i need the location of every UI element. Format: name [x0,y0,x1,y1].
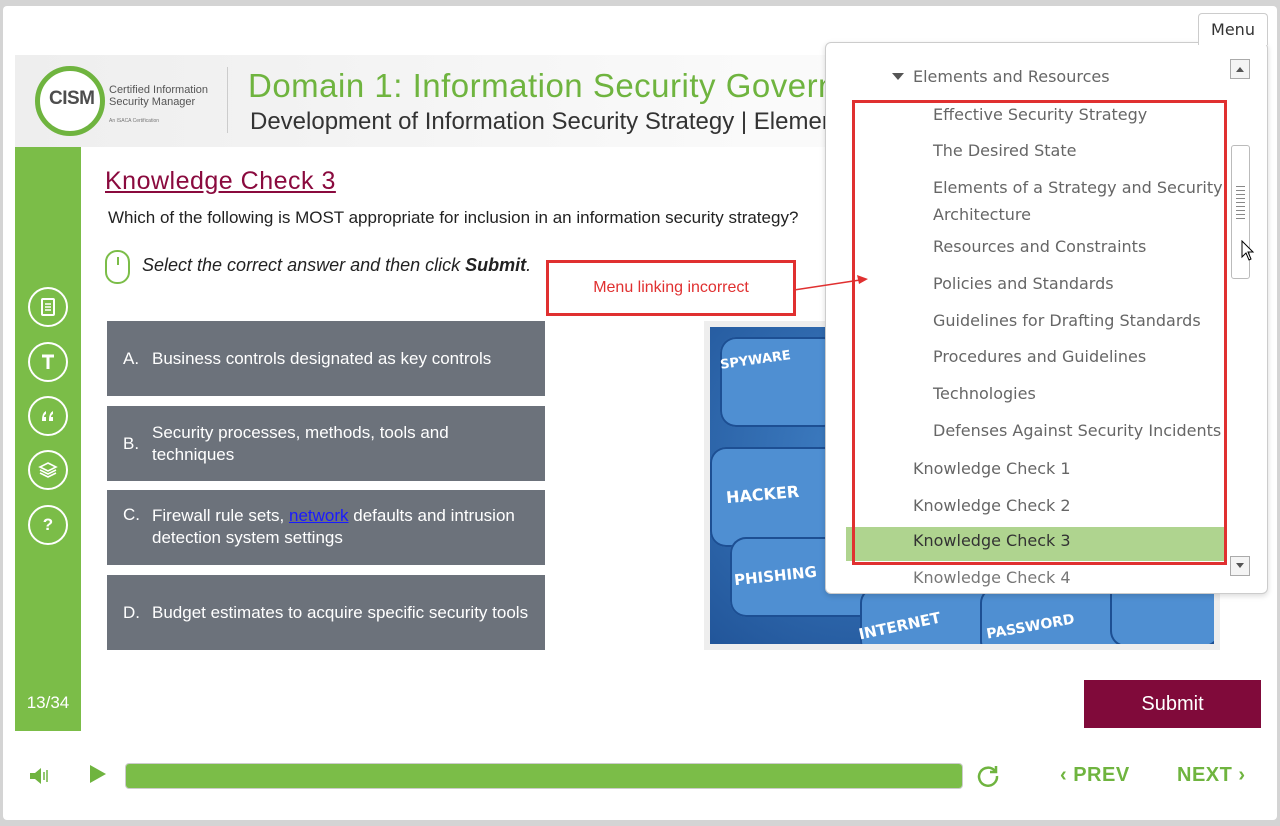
answer-option-a[interactable]: A. Business controls designated as key c… [107,321,545,396]
notes-icon-glyph [41,298,55,316]
transcript-icon[interactable] [28,342,68,382]
answer-text: Security processes, methods, tools and t… [152,422,449,464]
progress-fill [126,764,962,788]
instruction-end: . [526,255,532,275]
menu-section-elements-resources[interactable]: Elements and Resources [913,67,1110,86]
progress-bar[interactable] [125,763,963,789]
caret-down-icon[interactable] [892,73,904,80]
answer-option-c[interactable]: C. Firewall rule sets, network defaults … [107,490,545,565]
logo-sub: An ISACA Certification [109,118,160,124]
next-label: NEXT [1177,764,1233,786]
menu-scrollbar[interactable] [1230,59,1250,577]
submit-button[interactable]: Submit [1084,680,1261,728]
annotation-callout: Menu linking incorrect [546,260,796,316]
cism-logo: CISM Certified Information Security Mana… [35,66,225,136]
annotation-highlight-box [852,100,1227,565]
logo-text: Certified Information Security Manager [109,84,208,108]
next-button[interactable]: NEXT › [1177,764,1246,787]
prev-button[interactable]: ‹ PREV [1060,764,1130,787]
scroll-up-icon[interactable] [1230,59,1250,79]
scroll-down-icon[interactable] [1230,556,1250,576]
help-icon[interactable]: ? [28,505,68,545]
answer-letter: B. [123,433,140,453]
network-link[interactable]: network [289,506,349,525]
answer-option-d[interactable]: D. Budget estimates to acquire specific … [107,575,545,650]
answer-text: Budget estimates to acquire specific sec… [152,602,529,622]
instruction-bold: Submit [465,255,527,275]
instruction-text: Select the correct answer and then click… [142,255,531,276]
menu-item-knowledge-check-4[interactable]: Knowledge Check 4 [913,568,1071,587]
answer-text: Business controls designated as key cont… [152,348,492,368]
answer-letter: D. [123,602,140,622]
quote-icon[interactable] [28,396,68,436]
logo-abbr: CISM [48,88,96,110]
menu-button[interactable]: Menu [1198,13,1268,45]
quote-icon-glyph [42,411,53,421]
answer-text: Firewall rule sets, network defaults and… [152,490,545,549]
left-sidebar: ? 13/34 [15,147,81,731]
layers-icon[interactable] [28,450,68,490]
instruction-main: Select the correct answer and then click [142,255,466,275]
mouse-icon [105,250,130,284]
logo-line1: Certified Information [109,84,209,96]
transcript-icon-glyph [42,354,54,369]
chevron-right-icon: › [1232,764,1246,786]
layers-icon-glyph [38,462,58,478]
mouse-cursor-icon [1241,240,1255,261]
volume-icon[interactable] [28,765,52,787]
notes-icon[interactable] [28,287,68,327]
chevron-left-icon: ‹ [1060,764,1074,786]
answer-letter: A. [123,348,140,368]
logo-line2: Security Manager [109,96,196,108]
prev-label: PREV [1073,764,1130,786]
answer-letter: C. [123,505,140,524]
replay-icon[interactable] [975,763,1001,789]
header-divider [227,67,228,133]
slide-counter: 13/34 [26,693,70,712]
question-text: Which of the following is MOST appropria… [108,208,799,227]
answer-option-b[interactable]: B. Security processes, methods, tools an… [107,406,545,481]
play-icon[interactable] [90,765,106,783]
knowledge-check-title: Knowledge Check 3 [105,167,336,195]
answer-text-before: Firewall rule sets, [152,506,289,525]
domain-title: Domain 1: Information Security Governanc… [248,67,911,104]
